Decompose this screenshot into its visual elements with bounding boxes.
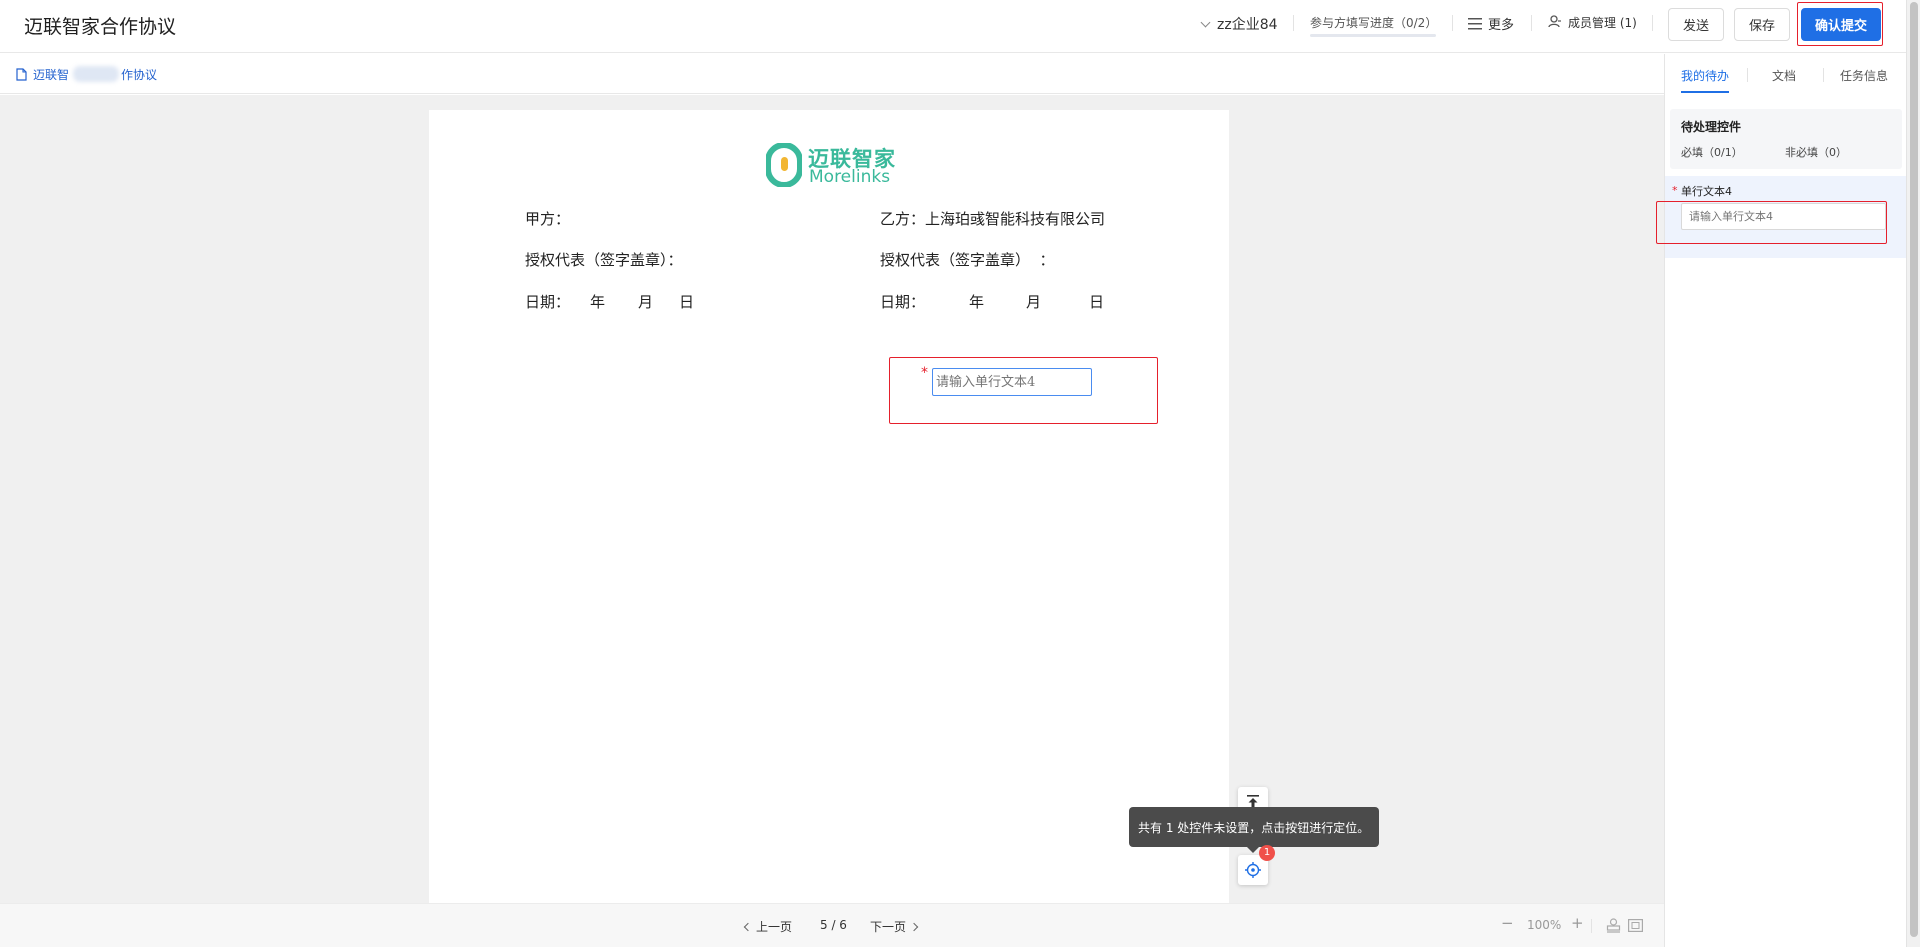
zoom-in-button[interactable]: + (1571, 914, 1584, 932)
save-button[interactable]: 保存 (1734, 8, 1790, 41)
member-management-label: 成员管理 (1) (1568, 16, 1637, 30)
zoom-out-button[interactable]: − (1501, 914, 1514, 932)
right-panel: 我的待办 文档 任务信息 待处理控件 必填（0/1） 非必填（0） * 单行文本… (1656, 54, 1906, 947)
party-b-date-label: 日期： (880, 293, 926, 311)
highlight-box-submit (1797, 2, 1883, 46)
highlight-box-panel-field (1656, 201, 1887, 244)
party-b-day: 日 (1089, 293, 1105, 311)
zoom-level: 100% (1527, 918, 1562, 932)
top-header: 迈联智家合作协议 zz企业84 参与方填写进度（0/2） 更多 成员管理 (1)… (0, 0, 1920, 53)
party-a-day: 日 (679, 293, 695, 311)
scrollbar-thumb[interactable] (1910, 2, 1918, 937)
stamp-icon[interactable] (1606, 918, 1621, 933)
more-button[interactable]: 更多 (1468, 14, 1514, 33)
party-a-rep-label: 授权代表（签字盖章）： (525, 251, 683, 269)
crosshair-target-icon (1245, 862, 1261, 878)
member-management-button[interactable]: 成员管理 (1) (1548, 14, 1637, 31)
unset-count-badge: 1 (1259, 845, 1275, 861)
party-b-month: 月 (1026, 293, 1042, 311)
party-a-month: 月 (638, 293, 654, 311)
vertical-scrollbar[interactable] (1906, 0, 1920, 947)
party-a-label: 甲方： (525, 210, 571, 228)
next-page-label: 下一页 (870, 920, 907, 934)
prev-page-button[interactable]: 上一页 (743, 918, 792, 935)
document-icon (16, 68, 27, 81)
highlight-box-doc-field (889, 357, 1158, 424)
party-b-year: 年 (969, 293, 985, 311)
chevron-left-icon (743, 922, 753, 932)
company-name: zz企业84 (1217, 17, 1278, 33)
send-button[interactable]: 发送 (1668, 8, 1724, 41)
document-page: 迈联智家 Morelinks 甲方： 乙方：上海珀彧智能科技有限公司 授权代表（… (429, 110, 1229, 903)
field-label: 单行文本4 (1681, 185, 1732, 198)
party-a-date-label: 日期： (525, 293, 571, 311)
optional-count[interactable]: 非必填（0） (1785, 144, 1847, 160)
page-indicator: 5 / 6 (820, 918, 847, 932)
logo-text-en: Morelinks (809, 167, 891, 187)
company-switcher[interactable]: zz企业84 (1200, 14, 1278, 34)
pending-controls-card: 待处理控件 必填（0/1） 非必填（0） (1670, 109, 1902, 169)
document-canvas[interactable]: 迈联智家 Morelinks 甲方： 乙方：上海珀彧智能科技有限公司 授权代表（… (0, 95, 1664, 903)
redaction-blur (73, 66, 119, 82)
party-b-rep-label: 授权代表（签字盖章） ： (880, 251, 1055, 269)
fit-screen-icon[interactable] (1628, 919, 1643, 932)
tooltip-arrow (1247, 847, 1259, 853)
company-logo: 迈联智家 Morelinks (766, 143, 906, 187)
party-a-year: 年 (590, 293, 606, 311)
next-page-button[interactable]: 下一页 (870, 918, 919, 935)
pagination-bar: 上一页 5 / 6 下一页 − 100% + (0, 903, 1664, 947)
menu-icon (1468, 18, 1482, 30)
logo-mark-icon (766, 143, 802, 187)
page-title: 迈联智家合作协议 (24, 16, 177, 38)
tab-document[interactable]: 文档 (1772, 67, 1796, 84)
prev-page-label: 上一页 (756, 920, 793, 934)
document-name-start: 迈联智 (33, 68, 70, 82)
locate-controls-button[interactable]: 1 (1238, 845, 1275, 885)
required-mark: * (1672, 184, 1678, 197)
tab-task-info[interactable]: 任务信息 (1840, 67, 1888, 84)
progress-track (1310, 34, 1436, 37)
arrow-up-to-line-icon (1247, 795, 1259, 807)
chevron-down-icon (1200, 17, 1211, 28)
fill-progress-label: 参与方填写进度（0/2） (1310, 16, 1438, 30)
tab-my-todo[interactable]: 我的待办 (1681, 67, 1729, 84)
required-count[interactable]: 必填（0/1） (1681, 144, 1743, 160)
document-tab-bar: 迈联智 作协议 (0, 54, 1664, 94)
tooltip-text: 共有 1 处控件未设置，点击按钮进行定位。 (1138, 821, 1370, 835)
chevron-right-icon (909, 922, 919, 932)
active-tab-underline (1681, 91, 1729, 93)
pending-controls-title: 待处理控件 (1681, 120, 1742, 134)
unset-controls-tooltip: 共有 1 处控件未设置，点击按钮进行定位。 (1129, 807, 1379, 853)
user-icon (1548, 15, 1561, 28)
more-label: 更多 (1488, 18, 1515, 33)
document-name-end: 作协议 (121, 68, 158, 82)
fill-progress[interactable]: 参与方填写进度（0/2） (1310, 12, 1438, 38)
party-b-label: 乙方：上海珀彧智能科技有限公司 (880, 210, 1106, 228)
